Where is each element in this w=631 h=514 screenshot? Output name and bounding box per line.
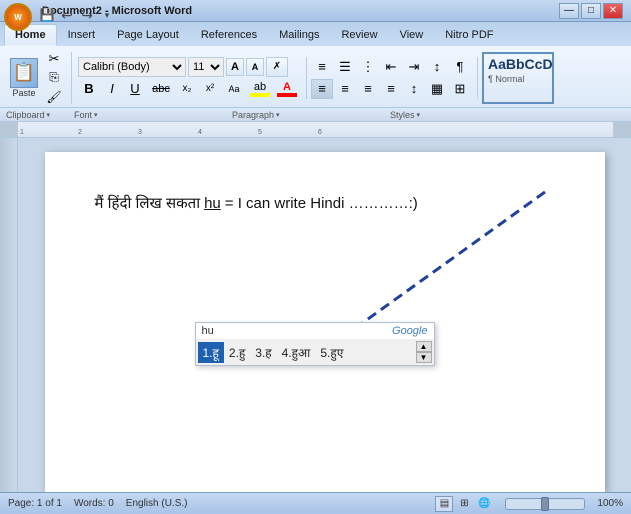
hindi-text: मैं हिंदी लिख सकता <box>95 192 201 216</box>
superscript-button[interactable]: x² <box>199 79 221 99</box>
paragraph-section-label: Paragraph ▾ <box>232 110 390 120</box>
font-name-select[interactable]: Calibri (Body) <box>78 57 186 77</box>
full-screen-view[interactable]: ⊞ <box>455 496 473 512</box>
ac-item-5[interactable]: 5.हुए <box>315 342 348 363</box>
autocomplete-popup[interactable]: hu Google 1.हू 2.हु 3.ह <box>195 322 435 366</box>
close-button[interactable]: ✕ <box>603 3 623 19</box>
ac-scroll-buttons: ▲ ▼ <box>416 341 432 363</box>
tab-review[interactable]: Review <box>330 24 388 46</box>
borders-button[interactable]: ⊞ <box>449 79 471 99</box>
tab-references[interactable]: References <box>190 24 268 46</box>
office-button[interactable]: W <box>4 3 32 31</box>
print-layout-view[interactable]: ▤ <box>435 496 453 512</box>
strikethrough-button[interactable]: abc <box>147 79 175 99</box>
style-name-label: ¶ Normal <box>488 74 524 84</box>
word-count: Words: 0 <box>74 498 114 509</box>
styles-section-label: Styles ▾ <box>390 110 420 120</box>
ac-items-row: 1.हू 2.हु 3.ह 4.हुआ 5.हुए <box>196 339 434 365</box>
align-right-button[interactable]: ≡ <box>357 79 379 99</box>
bullets-button[interactable]: ≡ <box>311 57 333 77</box>
line-spacing-button[interactable]: ↕ <box>403 79 425 99</box>
minimize-button[interactable]: — <box>559 3 579 19</box>
ac-item-4[interactable]: 4.हुआ <box>277 342 316 363</box>
tab-view[interactable]: View <box>389 24 435 46</box>
change-case-button[interactable]: Aa <box>222 79 246 99</box>
bold-button[interactable]: B <box>78 79 100 99</box>
clear-format-button[interactable]: ✗ <box>266 57 288 77</box>
window-controls: — □ ✕ <box>559 3 623 19</box>
multilevel-list-button[interactable]: ⋮ <box>357 57 379 77</box>
font-color-button[interactable]: A <box>283 81 291 93</box>
ac-scroll-down[interactable]: ▼ <box>416 352 432 363</box>
numbering-button[interactable]: ☰ <box>334 57 356 77</box>
format-painter-button[interactable]: 🖌 <box>43 88 65 106</box>
page-count: Page: 1 of 1 <box>8 498 62 509</box>
language: English (U.S.) <box>126 498 188 509</box>
ac-header: hu Google <box>196 323 434 339</box>
document-text-line: मैं हिंदी लिख सकता hu = I can write Hind… <box>95 192 555 216</box>
ac-scroll-up[interactable]: ▲ <box>416 341 432 352</box>
document-page[interactable]: मैं हिंदी लिख सकता hu = I can write Hind… <box>45 152 605 492</box>
ac-item-1[interactable]: 1.हू <box>198 342 224 363</box>
highlight-button[interactable]: ab <box>254 81 266 93</box>
copy-button[interactable]: ⎘ <box>43 69 65 87</box>
increase-indent-button[interactable]: ⇥ <box>403 57 425 77</box>
align-center-button[interactable]: ≡ <box>334 79 356 99</box>
ac-item-3[interactable]: 3.ह <box>250 342 276 363</box>
underline-button[interactable]: U <box>124 79 146 99</box>
redo-button[interactable]: ↪ <box>78 6 96 24</box>
ruler-right-margin <box>613 122 631 137</box>
tab-mailings[interactable]: Mailings <box>268 24 330 46</box>
shading-button[interactable]: ▦ <box>426 79 448 99</box>
align-left-button[interactable]: ≡ <box>311 79 333 99</box>
tab-nitro[interactable]: Nitro PDF <box>434 24 504 46</box>
zoom-level: 100% <box>597 498 623 509</box>
style-normal-box[interactable]: AaBbCcD ¶ Normal <box>482 52 554 104</box>
horizontal-ruler: 1 2 3 4 5 6 <box>18 122 613 137</box>
show-marks-button[interactable]: ¶ <box>449 57 471 77</box>
ac-typed-text: hu <box>202 325 214 337</box>
styles-group: AaBbCcD ¶ Normal <box>482 52 554 104</box>
decrease-indent-button[interactable]: ⇤ <box>380 57 402 77</box>
paste-button[interactable]: 📋 Paste <box>6 55 42 101</box>
clipboard-section-label: Clipboard ▾ <box>6 110 74 120</box>
vertical-ruler <box>0 138 18 492</box>
font-section-label: Font ▾ <box>74 110 232 120</box>
undo-button[interactable]: ↩ <box>58 6 76 24</box>
tab-page-layout[interactable]: Page Layout <box>106 24 190 46</box>
english-text: = I can write Hindi …………:) <box>225 192 418 216</box>
font-size-select[interactable]: 11 <box>188 57 224 77</box>
subscript-button[interactable]: x₂ <box>176 79 198 99</box>
maximize-button[interactable]: □ <box>581 3 601 19</box>
document-area: मैं हिंदी लिख सकता hu = I can write Hind… <box>0 138 631 492</box>
paragraph-group: ≡ ☰ ⋮ ⇤ ⇥ ↕ ¶ ≡ ≡ ≡ ≡ ↕ ▦ ⊞ <box>311 57 478 99</box>
ruler-left-margin <box>0 122 18 137</box>
sort-button[interactable]: ↕ <box>426 57 448 77</box>
justify-button[interactable]: ≡ <box>380 79 402 99</box>
italic-button[interactable]: I <box>101 79 123 99</box>
save-quick-button[interactable]: 💾 <box>38 6 56 24</box>
font-grow-button[interactable]: A <box>226 58 244 76</box>
zoom-slider[interactable] <box>505 498 585 510</box>
ac-item-2[interactable]: 2.हु <box>224 342 250 363</box>
status-bar: Page: 1 of 1 Words: 0 English (U.S.) ▤ ⊞… <box>0 492 631 514</box>
cut-button[interactable]: ✂ <box>43 50 65 68</box>
style-preview-text: AaBbCcD <box>488 56 553 72</box>
typed-text: hu <box>204 192 221 216</box>
view-buttons: ▤ ⊞ 🌐 <box>435 496 493 512</box>
clipboard-group: 📋 Paste ✂ ⎘ 🖌 <box>6 52 72 104</box>
font-group: Calibri (Body) 11 A A ✗ B I U abc x₂ x² … <box>78 57 307 99</box>
customize-qa-button[interactable]: ▾ <box>98 6 116 24</box>
ac-google-label: Google <box>392 325 427 337</box>
web-layout-view[interactable]: 🌐 <box>475 496 493 512</box>
tab-insert[interactable]: Insert <box>57 24 107 46</box>
font-shrink-button[interactable]: A <box>246 58 264 76</box>
